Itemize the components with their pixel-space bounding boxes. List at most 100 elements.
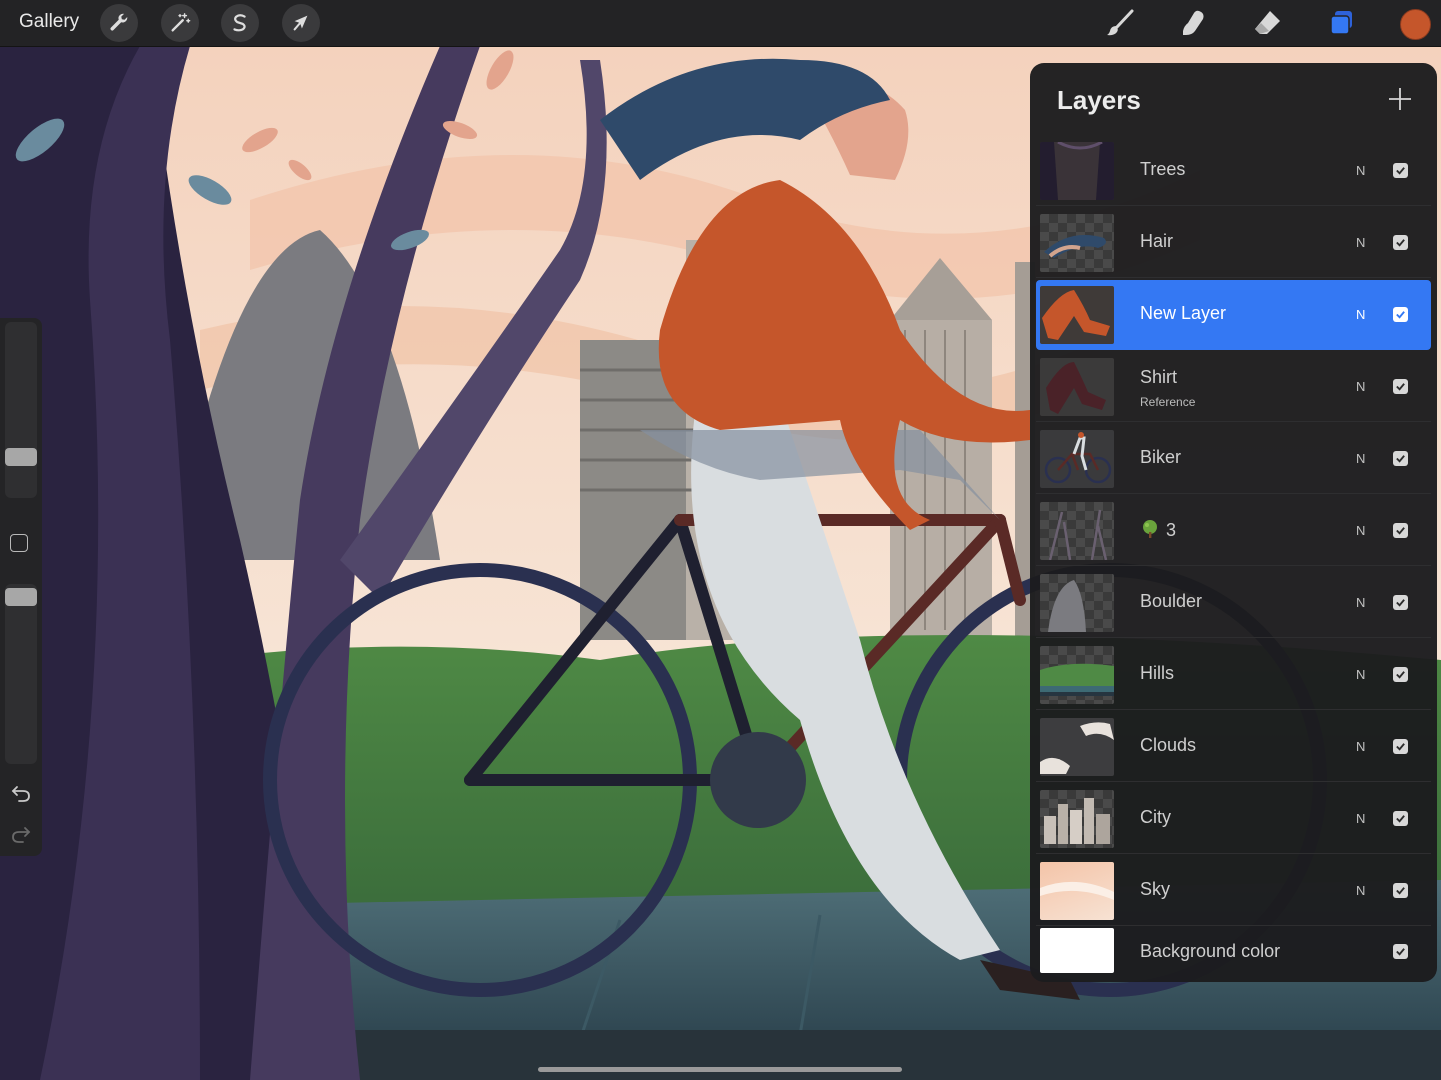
wrench-icon	[110, 13, 128, 31]
layer-name: 3	[1140, 519, 1176, 541]
check-icon	[1396, 311, 1405, 319]
layer-name: New Layer	[1140, 303, 1227, 323]
check-icon	[1396, 383, 1405, 391]
transform-button[interactable]	[282, 4, 320, 42]
blend-mode-button[interactable]: N	[1356, 379, 1365, 394]
check-icon	[1396, 887, 1405, 895]
layer-row-clouds[interactable]: Clouds N	[1036, 712, 1431, 782]
eraser-icon	[1255, 11, 1280, 34]
smudge-tool[interactable]	[1174, 4, 1212, 42]
add-layer-icon[interactable]	[1386, 85, 1414, 113]
layer-thumbnail	[1040, 928, 1114, 973]
home-indicator[interactable]	[538, 1067, 902, 1072]
brush-size-handle[interactable]	[5, 448, 37, 466]
tree-icon	[1143, 520, 1157, 538]
brush-icon	[1107, 9, 1134, 36]
blend-mode-button[interactable]: N	[1356, 811, 1365, 826]
visibility-checkbox[interactable]	[1393, 811, 1408, 826]
visibility-checkbox[interactable]	[1393, 379, 1408, 394]
visibility-checkbox[interactable]	[1393, 739, 1408, 754]
group-name: 3	[1166, 520, 1177, 540]
layer-thumbnail	[1040, 646, 1114, 704]
check-icon	[1396, 743, 1405, 751]
visibility-checkbox[interactable]	[1393, 307, 1408, 322]
layer-row-shirt[interactable]: Shirt Reference N	[1036, 352, 1431, 422]
blend-mode-button[interactable]: N	[1356, 595, 1365, 610]
smudge-icon	[1183, 10, 1204, 35]
opacity-handle[interactable]	[5, 588, 37, 606]
layer-row-city[interactable]: City N	[1036, 784, 1431, 854]
layer-thumbnail	[1040, 574, 1114, 632]
layer-row-background-color[interactable]: Background color	[1036, 923, 1431, 993]
blend-mode-button[interactable]: N	[1356, 307, 1365, 322]
layer-row-biker[interactable]: Biker N	[1036, 424, 1431, 494]
check-icon	[1396, 455, 1405, 463]
layers-tool[interactable]	[1322, 4, 1360, 42]
check-icon	[1396, 815, 1405, 823]
layers-icon	[1330, 11, 1352, 35]
top-toolbar: Gallery	[0, 0, 1441, 47]
blend-mode-button[interactable]: N	[1356, 523, 1365, 538]
brush-tool[interactable]	[1101, 4, 1139, 42]
layer-row-boulder[interactable]: Boulder N	[1036, 568, 1431, 638]
visibility-checkbox[interactable]	[1393, 523, 1408, 538]
layer-thumbnail	[1040, 862, 1114, 920]
magic-wand-icon	[171, 13, 191, 32]
check-icon	[1396, 527, 1405, 535]
adjustments-button[interactable]	[161, 4, 199, 42]
visibility-checkbox[interactable]	[1393, 451, 1408, 466]
layer-thumbnail	[1040, 358, 1114, 416]
color-picker-button[interactable]	[1400, 9, 1431, 40]
blend-mode-button[interactable]: N	[1356, 739, 1365, 754]
layer-row-new-layer[interactable]: New Layer N	[1036, 280, 1431, 350]
layer-row-group-3[interactable]: 3 N	[1036, 496, 1431, 566]
check-icon	[1396, 671, 1405, 679]
selection-icon	[233, 14, 246, 32]
undo-icon[interactable]	[9, 781, 33, 805]
visibility-checkbox[interactable]	[1393, 944, 1408, 959]
check-icon	[1396, 948, 1405, 956]
eraser-tool[interactable]	[1248, 4, 1286, 42]
opacity-slider[interactable]	[5, 584, 37, 764]
layer-row-hair[interactable]: Hair N	[1036, 208, 1431, 278]
brush-size-slider[interactable]	[5, 322, 37, 498]
transform-arrow-icon	[293, 15, 308, 31]
blend-mode-button[interactable]: N	[1356, 883, 1365, 898]
gallery-button[interactable]: Gallery	[19, 11, 79, 33]
layer-row-sky[interactable]: Sky N	[1036, 856, 1431, 926]
layers-panel: Layers Trees N Hair N New Layer N Shirt	[1030, 63, 1437, 982]
selection-button[interactable]	[221, 4, 259, 42]
blend-mode-button[interactable]: N	[1356, 667, 1365, 682]
blend-mode-button[interactable]: N	[1356, 451, 1365, 466]
redo-icon[interactable]	[9, 822, 33, 846]
visibility-checkbox[interactable]	[1393, 163, 1408, 178]
layer-name: Hair	[1140, 231, 1174, 251]
visibility-checkbox[interactable]	[1393, 235, 1408, 250]
check-icon	[1396, 599, 1405, 607]
visibility-checkbox[interactable]	[1393, 595, 1408, 610]
layer-row-trees[interactable]: Trees N	[1036, 136, 1431, 206]
layer-name: Hills	[1140, 663, 1174, 683]
layer-thumbnail	[1040, 718, 1114, 776]
layer-name: City	[1140, 807, 1171, 827]
modify-button[interactable]	[10, 534, 28, 552]
actions-button[interactable]	[100, 4, 138, 42]
check-icon	[1396, 239, 1405, 247]
layer-name: Shirt	[1140, 367, 1178, 387]
layer-name: Background color	[1140, 941, 1281, 961]
layer-name: Trees	[1140, 159, 1186, 179]
blend-mode-button[interactable]: N	[1356, 163, 1365, 178]
layer-subtitle: Reference	[1140, 395, 1196, 409]
left-sidebar	[0, 318, 42, 856]
check-icon	[1396, 167, 1405, 175]
layer-name: Clouds	[1140, 735, 1197, 755]
blend-mode-button[interactable]: N	[1356, 235, 1365, 250]
layer-name: Boulder	[1140, 591, 1203, 611]
visibility-checkbox[interactable]	[1393, 883, 1408, 898]
visibility-checkbox[interactable]	[1393, 667, 1408, 682]
layer-thumbnail	[1040, 286, 1114, 344]
panel-title: Layers	[1057, 85, 1141, 115]
layer-thumbnail	[1040, 214, 1114, 272]
layer-row-hills[interactable]: Hills N	[1036, 640, 1431, 710]
layer-name: Biker	[1140, 447, 1182, 467]
